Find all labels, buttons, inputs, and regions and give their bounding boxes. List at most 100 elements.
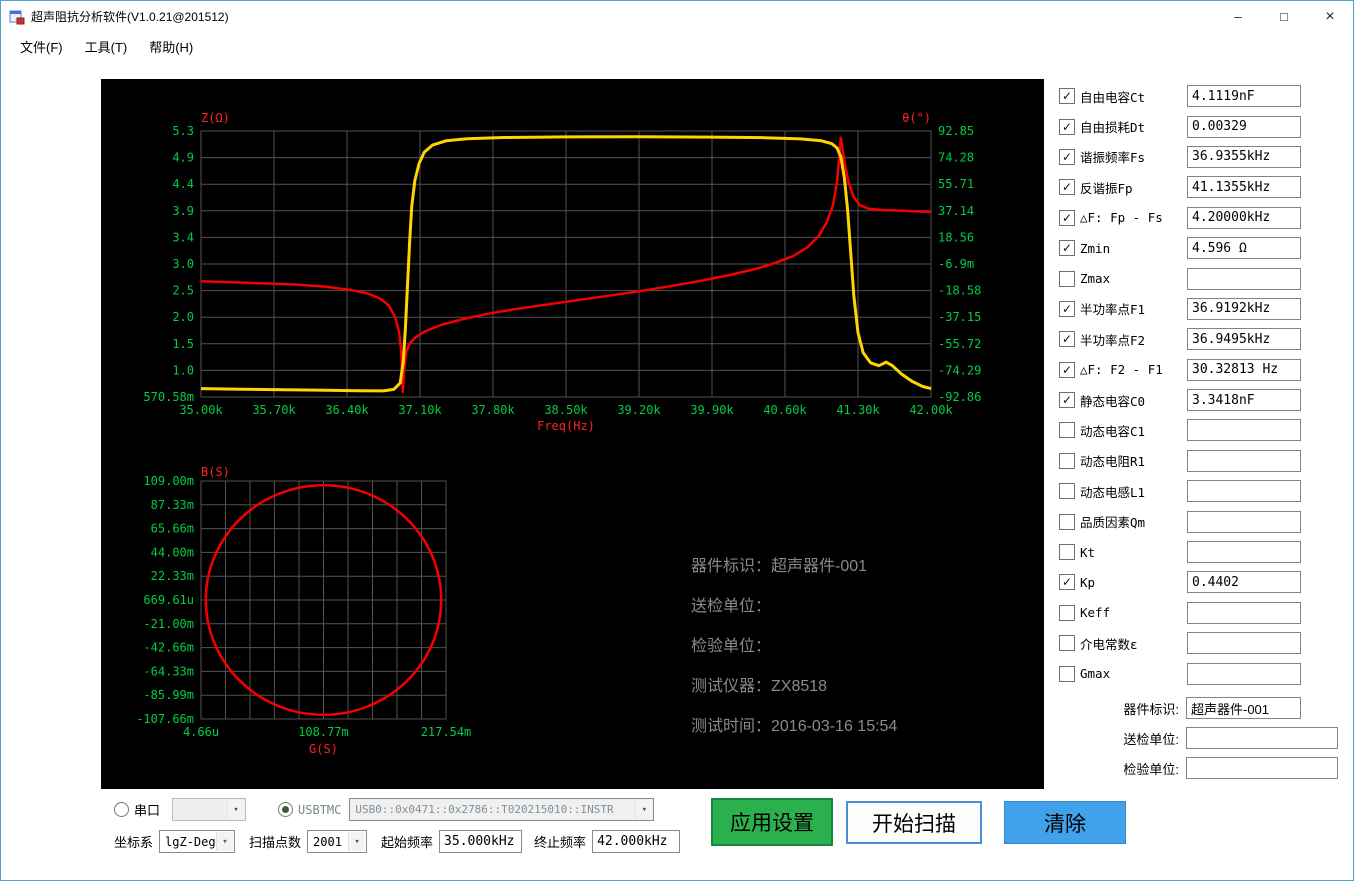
result-row: 品质因素Qm [1059,506,1301,536]
identity-value-input[interactable] [1186,757,1338,779]
result-label: 静态电容C0 [1080,393,1146,409]
result-row: 动态电阻R1 [1059,446,1301,476]
result-value-input[interactable] [1187,419,1301,442]
identity-row: 器件标识: [1059,693,1341,723]
result-value-input[interactable] [1187,237,1301,260]
menu-tools[interactable]: 工具(T) [74,33,139,60]
identity-value-input[interactable] [1186,697,1301,719]
checked-checkbox[interactable]: ✓ [1059,88,1075,105]
result-value-input[interactable] [1187,662,1301,685]
result-label: 自由损耗Dt [1080,120,1146,136]
checked-checkbox[interactable]: ✓ [1059,574,1075,591]
x-tick-label: 108.77m [298,725,349,739]
menubar: 文件(F) 工具(T) 帮助(H) [1,32,1353,60]
result-value-input[interactable] [1187,115,1301,138]
checked-checkbox[interactable]: ✓ [1059,331,1075,348]
start-frequency-label: 起始频率 [381,835,434,850]
y-tick-label: 44.00m [151,545,194,559]
scan-points-value: 2001 [313,834,342,849]
y-left-tick-label: 4.9 [172,151,194,165]
result-value-input[interactable] [1187,358,1301,381]
result-value-input[interactable] [1187,601,1301,624]
checked-checkbox[interactable]: ✓ [1059,209,1075,226]
result-value-input[interactable] [1187,632,1301,655]
result-value-input[interactable] [1187,449,1301,472]
usbtmc-address-combo[interactable]: USB0::0x0471::0x2786::T020215010::INSTR … [349,798,655,821]
unchecked-checkbox[interactable] [1059,270,1075,287]
x-tick-label: 39.20k [617,403,661,417]
unchecked-checkbox[interactable] [1059,513,1075,530]
result-value-input[interactable] [1187,145,1301,168]
y-right-tick-label: 37.14 [938,204,974,218]
titlebar: 超声阻抗分析软件(V1.0.21@201512) – □ × [1,1,1353,32]
y-left-tick-label: 4.4 [172,177,194,191]
stop-frequency-input[interactable] [592,830,681,853]
y-tick-label: 87.33m [151,498,194,512]
close-button[interactable]: × [1307,1,1353,32]
y-tick-label: 65.66m [151,522,194,536]
start-frequency-input[interactable] [439,830,523,853]
x-tick-label: 35.00k [179,403,223,417]
checked-checkbox[interactable]: ✓ [1059,392,1075,409]
app-icon [9,10,25,24]
result-value-input[interactable] [1187,267,1301,290]
start-scan-button[interactable]: 开始扫描 [846,801,982,844]
unchecked-checkbox[interactable] [1059,452,1075,469]
menu-file[interactable]: 文件(F) [9,33,74,60]
checked-checkbox[interactable]: ✓ [1059,179,1075,196]
result-row: Keff [1059,598,1301,628]
coord-system-label: 坐标系 [114,835,154,850]
unchecked-checkbox[interactable] [1059,544,1075,561]
result-value-input[interactable] [1187,85,1301,108]
result-row: ✓ △F: F2 - F1 [1059,355,1301,385]
identity-panel: 器件标识: 送检单位: 检验单位: [1059,693,1341,783]
menu-help[interactable]: 帮助(H) [138,33,204,60]
scan-points-combo[interactable]: 2001 ▾ [307,830,368,853]
unchecked-checkbox[interactable] [1059,422,1075,439]
checked-checkbox[interactable]: ✓ [1059,300,1075,317]
y-right-tick-label: -74.29 [938,363,981,377]
result-value-input[interactable] [1187,510,1301,533]
identity-value-input[interactable] [1186,727,1338,749]
connection-row: 串口 ▾ USBTMC USB0::0x0471::0x2786::T02021… [114,798,655,821]
apply-settings-button[interactable]: 应用设置 [711,798,833,846]
serial-port-combo[interactable]: ▾ [172,798,247,821]
result-value-input[interactable] [1187,541,1301,564]
checked-checkbox[interactable]: ✓ [1059,240,1075,257]
minimize-button[interactable]: – [1215,1,1261,32]
result-value-input[interactable] [1187,389,1301,412]
maximize-button[interactable]: □ [1261,1,1307,32]
result-row: 动态电感L1 [1059,476,1301,506]
y-left-tick-label: 1.5 [172,337,194,351]
result-value-input[interactable] [1187,206,1301,229]
result-value-input[interactable] [1187,176,1301,199]
result-value-input[interactable] [1187,297,1301,320]
serial-radio[interactable] [114,802,129,817]
unchecked-checkbox[interactable] [1059,604,1075,621]
unchecked-checkbox[interactable] [1059,635,1075,652]
y-tick-label: 109.00m [143,474,194,488]
chevron-down-icon: ▾ [635,800,653,819]
result-value-input[interactable] [1187,328,1301,351]
result-label: Zmax [1080,271,1111,287]
checked-checkbox[interactable]: ✓ [1059,148,1075,165]
info-inspect-unit: 检验单位： [691,638,772,655]
checked-checkbox[interactable]: ✓ [1059,118,1075,135]
unchecked-checkbox[interactable] [1059,665,1075,682]
clear-button[interactable]: 清除 [1004,801,1126,844]
y-left-tick-label: 2.5 [172,284,194,298]
y-tick-label: -21.00m [143,617,194,631]
device-info: 器件标识：超声器件-001 送检单位： 检验单位： 测试仪器：ZX8518 测试… [691,547,897,747]
x-tick-label: 217.54m [421,725,472,739]
result-value-input[interactable] [1187,480,1301,503]
checked-checkbox[interactable]: ✓ [1059,361,1075,378]
usbtmc-radio[interactable] [278,802,294,817]
result-row: 动态电容C1 [1059,415,1301,445]
y-right-tick-label: -92.86 [938,390,981,404]
unchecked-checkbox[interactable] [1059,483,1075,500]
coord-system-combo[interactable]: lgZ-Deg ▾ [159,830,236,853]
window-controls: – □ × [1215,1,1353,32]
x-tick-label: 40.60k [763,403,807,417]
result-value-input[interactable] [1187,571,1301,594]
usbtmc-address-value: USB0::0x0471::0x2786::T020215010::INSTR [355,803,614,816]
